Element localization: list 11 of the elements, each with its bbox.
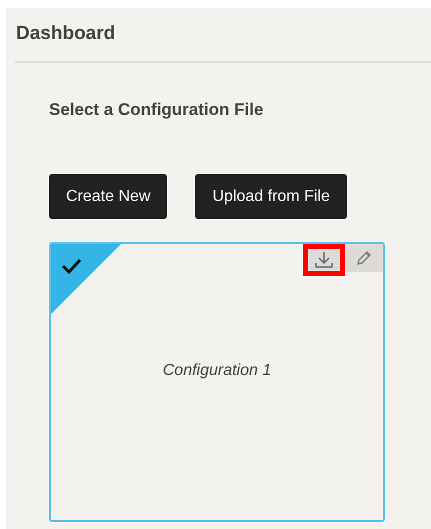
action-button[interactable]: Upload from File [195, 174, 347, 219]
action-button[interactable]: Create New [49, 174, 168, 219]
edit-button[interactable] [345, 244, 383, 272]
pencil-icon [355, 249, 373, 267]
download-button[interactable] [303, 244, 345, 276]
configuration-card[interactable]: Configuration 1 [49, 242, 385, 522]
configuration-name: Configuration 1 [162, 361, 272, 381]
section-title: Select a Configuration File [49, 98, 264, 121]
download-icon [314, 251, 334, 269]
selected-corner-icon [51, 244, 121, 314]
page-title: Dashboard [16, 22, 116, 46]
